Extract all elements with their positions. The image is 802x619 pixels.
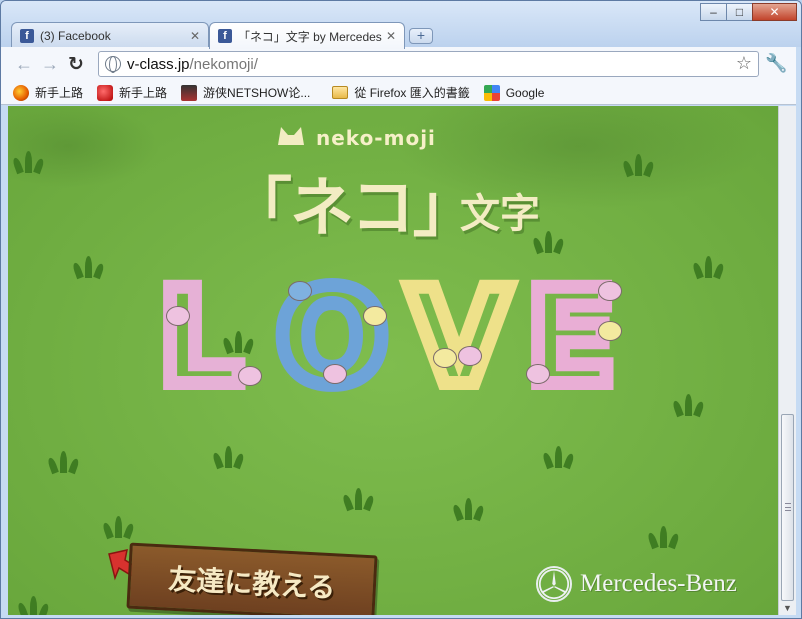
- red-app-icon: [97, 84, 114, 101]
- minimize-button[interactable]: –: [700, 3, 727, 21]
- bookmark-label: 新手上路: [35, 86, 84, 100]
- cat-face-icon: [166, 306, 190, 326]
- globe-icon: [105, 56, 121, 73]
- cat-ears-icon: [278, 127, 304, 145]
- grass-tuft: [11, 151, 47, 175]
- page-content: neko-moji 「ネコ」 文字 L O V E 友達に教える Mercede…: [8, 106, 778, 615]
- tab-label: (3) Facebook: [40, 28, 111, 43]
- bookmark-item[interactable]: 游侠NETSHOW论...: [181, 84, 310, 101]
- bookmark-item[interactable]: 新手上路: [97, 84, 167, 101]
- cat-face-icon: [433, 348, 457, 368]
- facebook-icon: f: [20, 28, 34, 43]
- cat-face-icon: [323, 364, 347, 384]
- grass-tuft: [341, 488, 377, 512]
- grass-tuft: [451, 498, 487, 522]
- letter-l: L: [151, 261, 249, 415]
- tab-strip: f (3) Facebook ✕ f 「ネコ」文字 by Mercedes ✕ …: [1, 1, 801, 49]
- grass-tuft: [621, 154, 657, 178]
- bookmark-item[interactable]: 新手上路: [13, 84, 83, 101]
- close-window-button[interactable]: ✕: [752, 3, 797, 21]
- cat-face-icon: [526, 364, 550, 384]
- back-arrow-icon: ←: [15, 53, 33, 74]
- netshow-icon: [181, 84, 198, 101]
- tell-friends-button[interactable]: 友達に教える: [126, 542, 378, 615]
- mercedes-star-icon: [536, 566, 572, 602]
- bookmark-folder[interactable]: 從 Firefox 匯入的書籤: [332, 84, 470, 101]
- bookmark-label: Google: [505, 85, 545, 100]
- firefox-icon: [13, 84, 29, 101]
- bookmarks-bar: 新手上路 新手上路 游侠NETSHOW论... 從 Firefox 匯入的書籤 …: [1, 81, 801, 105]
- grass-tuft: [46, 451, 82, 475]
- logo-romaji: neko-moji: [316, 126, 436, 150]
- forward-arrow-icon: →: [41, 53, 59, 74]
- wrench-menu-icon[interactable]: 🔧: [765, 53, 787, 74]
- bookmark-label: 從 Firefox 匯入的書籤: [354, 86, 470, 100]
- grass-tuft: [646, 526, 682, 550]
- reload-button[interactable]: ↻: [63, 51, 89, 77]
- browser-window: f (3) Facebook ✕ f 「ネコ」文字 by Mercedes ✕ …: [0, 0, 802, 619]
- scrollbar-thumb[interactable]: [781, 414, 794, 601]
- maximize-button[interactable]: □: [726, 3, 753, 21]
- facebook-icon: f: [218, 29, 232, 43]
- grass-tuft: [671, 394, 707, 418]
- grass-tuft: [691, 256, 727, 280]
- scroll-down-arrow-icon[interactable]: ▼: [783, 603, 792, 613]
- google-icon: [483, 84, 500, 101]
- back-button[interactable]: ←: [11, 51, 37, 77]
- forward-button[interactable]: →: [37, 51, 63, 77]
- reload-icon: ↻: [68, 53, 84, 75]
- bookmark-label: 新手上路: [119, 86, 168, 100]
- tab-facebook[interactable]: f (3) Facebook ✕: [11, 22, 209, 48]
- new-tab-button[interactable]: +: [409, 28, 433, 44]
- letter-v: V: [401, 261, 517, 415]
- cat-face-icon: [458, 346, 482, 366]
- neko-moji-logo: neko-moji 「ネコ」 文字: [228, 121, 558, 246]
- love-cat-letters: L O V E: [151, 261, 628, 415]
- cat-face-icon: [598, 281, 622, 301]
- close-tab-icon[interactable]: ✕: [384, 29, 398, 43]
- grass-tuft: [71, 256, 107, 280]
- brand-name: Mercedes-Benz: [580, 570, 737, 597]
- vertical-scrollbar[interactable]: ▼: [778, 106, 796, 615]
- grass-tuft: [101, 516, 137, 540]
- close-tab-icon[interactable]: ✕: [188, 29, 202, 43]
- cat-face-icon: [598, 321, 622, 341]
- url-host: v-class.jp: [127, 55, 190, 73]
- address-bar[interactable]: v-class.jp/nekomoji/ ☆: [98, 51, 759, 77]
- cat-face-icon: [363, 306, 387, 326]
- bookmark-star-icon[interactable]: ☆: [736, 53, 752, 74]
- tab-neko-moji[interactable]: f 「ネコ」文字 by Mercedes ✕: [209, 22, 405, 49]
- bookmark-item[interactable]: Google: [483, 84, 545, 101]
- mercedes-benz-logo[interactable]: Mercedes-Benz: [536, 566, 737, 602]
- grip-icon: [785, 503, 791, 511]
- grass-tuft: [541, 446, 577, 470]
- cat-face-icon: [288, 281, 312, 301]
- bookmark-label: 游侠NETSHOW论...: [203, 86, 311, 100]
- browser-toolbar: ← → ↻ v-class.jp/nekomoji/ ☆ 🔧: [1, 47, 801, 81]
- cat-face-icon: [238, 366, 262, 386]
- grass-tuft: [211, 446, 247, 470]
- tab-label: 「ネコ」文字 by Mercedes: [238, 29, 382, 44]
- url-path: /nekomoji/: [189, 55, 258, 73]
- logo-kanji: 文字: [460, 191, 540, 237]
- grass-tuft: [16, 596, 52, 615]
- folder-icon: [332, 86, 349, 99]
- logo-katakana: 「ネコ」: [228, 172, 477, 246]
- window-frame-left: [1, 106, 8, 618]
- window-frame-bottom: [1, 615, 801, 618]
- window-controls: – □ ✕: [700, 3, 797, 21]
- window-frame-right: [796, 47, 801, 618]
